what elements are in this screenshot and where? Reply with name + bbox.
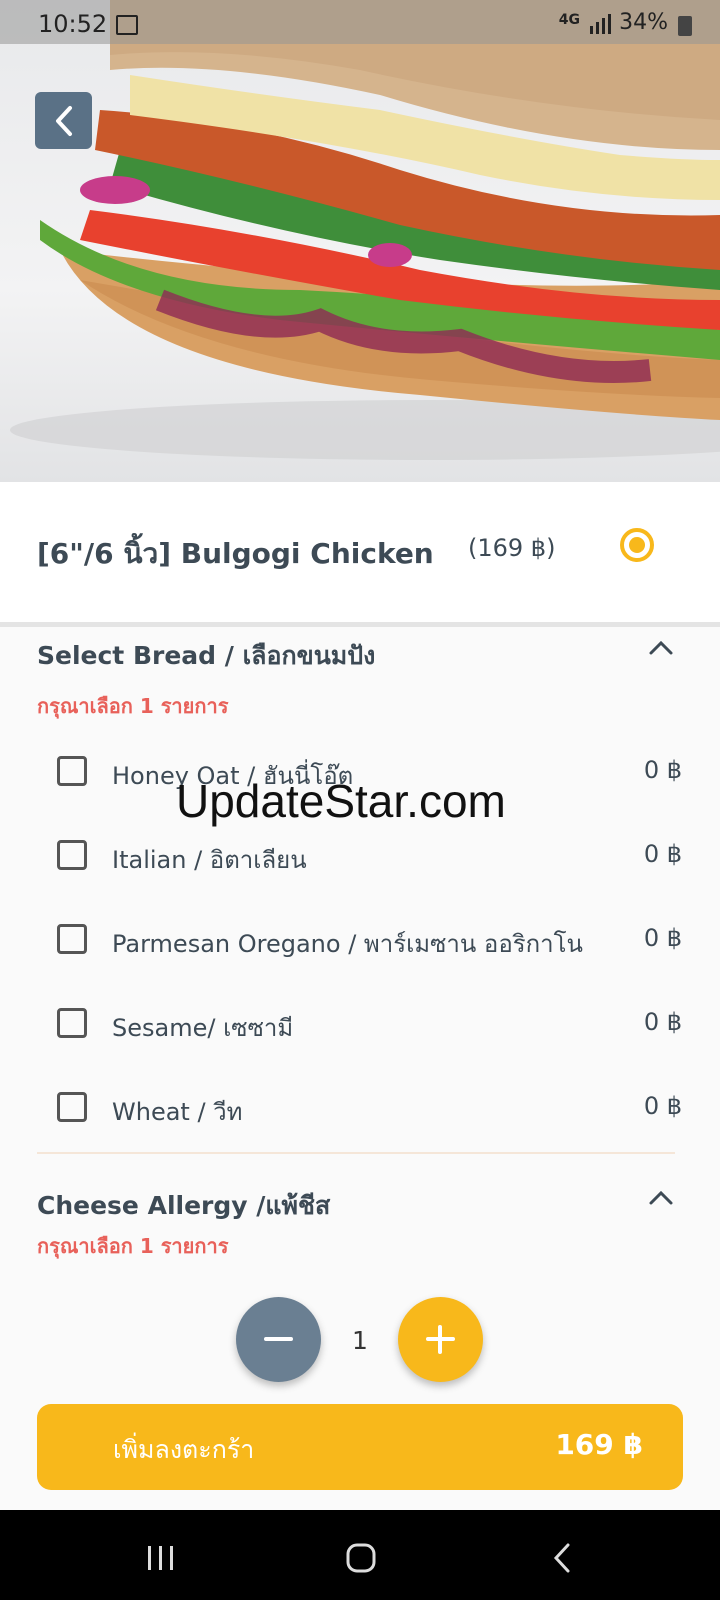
checkbox[interactable] [57, 924, 87, 954]
checkbox[interactable] [57, 1092, 87, 1122]
checkbox[interactable] [57, 840, 87, 870]
battery-icon [678, 16, 692, 36]
option-label: Parmesan Oregano / พาร์เมซาน ออริกาโน [112, 930, 583, 958]
option-label: Sesame/ เซซามี [112, 1014, 294, 1042]
checkbox[interactable] [57, 756, 87, 786]
chevron-left-icon [55, 105, 72, 136]
bread-option-italian[interactable]: Italian / อิตาเลียน 0 ฿ [0, 828, 720, 898]
option-label: Wheat / วีท [112, 1098, 243, 1126]
option-price: 0 ฿ [643, 1008, 682, 1036]
system-nav-bar [0, 1510, 720, 1600]
watermark-text: UpdateStar.com [176, 775, 506, 827]
bread-section-title: Select Bread / เลือกขนมปัง [37, 641, 376, 670]
divider [37, 1152, 675, 1154]
signal-icon [590, 14, 611, 34]
option-price: 0 ฿ [643, 840, 682, 868]
product-name: [6"/6 นิ้ว] Bulgogi Chicken [37, 537, 434, 570]
status-bar: 10:52 4G 34% [0, 0, 720, 44]
bread-option-wheat[interactable]: Wheat / วีท 0 ฿ [0, 1080, 720, 1150]
bread-option-parmesan-oregano[interactable]: Parmesan Oregano / พาร์เมซาน ออริกาโน 0 … [0, 912, 720, 982]
add-to-cart-label: เพิ่มลงตะกร้า [113, 1435, 255, 1464]
gallery-icon [116, 15, 138, 35]
checkbox[interactable] [57, 1008, 87, 1038]
decrease-quantity-button[interactable] [236, 1297, 321, 1382]
option-price: 0 ฿ [643, 924, 682, 952]
chevron-up-icon[interactable] [648, 640, 674, 656]
option-price: 0 ฿ [643, 1092, 682, 1120]
chevron-up-icon[interactable] [648, 1190, 674, 1206]
cheese-section-title: Cheese Allergy /แพ้ชีส [37, 1191, 331, 1220]
size-radio-selected[interactable] [620, 528, 654, 562]
recent-apps-icon[interactable] [146, 1544, 176, 1572]
battery-level: 34% [619, 10, 668, 35]
status-time: 10:52 [38, 10, 108, 38]
bread-option-sesame[interactable]: Sesame/ เซซามี 0 ฿ [0, 996, 720, 1066]
back-button[interactable] [35, 92, 92, 149]
product-image [0, 0, 720, 482]
radio-dot [629, 537, 645, 553]
product-price: (169 ฿) [468, 534, 556, 562]
add-to-cart-button[interactable]: เพิ่มลงตะกร้า 169 ฿ [37, 1404, 683, 1490]
back-nav-icon[interactable] [552, 1542, 572, 1574]
increase-quantity-button[interactable] [398, 1297, 483, 1382]
cart-total: 169 ฿ [555, 1428, 643, 1461]
network-type: 4G [558, 12, 580, 28]
sandwich-illustration [10, 0, 720, 460]
option-price: 0 ฿ [643, 756, 682, 784]
cheese-section-required: กรุณาเลือก 1 รายการ [37, 1234, 229, 1258]
product-header: [6"/6 นิ้ว] Bulgogi Chicken (169 ฿) [0, 482, 720, 622]
section-separator [0, 622, 720, 627]
quantity-value: 1 [352, 1326, 368, 1355]
home-icon[interactable] [345, 1542, 377, 1574]
option-label: Italian / อิตาเลียน [112, 846, 307, 874]
bread-section-required: กรุณาเลือก 1 รายการ [37, 694, 229, 718]
